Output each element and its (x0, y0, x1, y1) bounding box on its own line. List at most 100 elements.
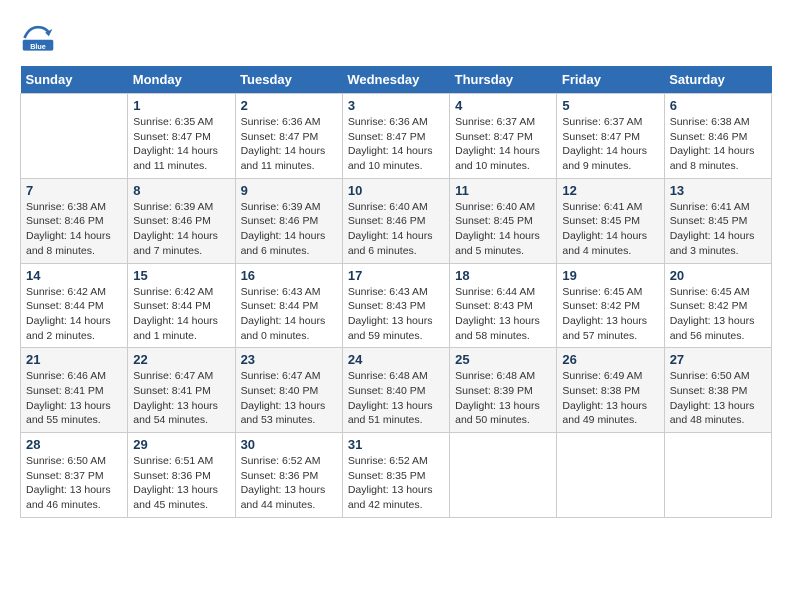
calendar-cell: 6Sunrise: 6:38 AM Sunset: 8:46 PM Daylig… (664, 94, 771, 179)
calendar-cell: 21Sunrise: 6:46 AM Sunset: 8:41 PM Dayli… (21, 348, 128, 433)
day-number: 22 (133, 352, 229, 367)
day-info: Sunrise: 6:52 AM Sunset: 8:35 PM Dayligh… (348, 454, 444, 513)
day-number: 8 (133, 183, 229, 198)
day-of-week-header: Friday (557, 66, 664, 94)
day-number: 25 (455, 352, 551, 367)
day-info: Sunrise: 6:39 AM Sunset: 8:46 PM Dayligh… (133, 200, 229, 259)
day-info: Sunrise: 6:47 AM Sunset: 8:41 PM Dayligh… (133, 369, 229, 428)
day-info: Sunrise: 6:37 AM Sunset: 8:47 PM Dayligh… (562, 115, 658, 174)
day-info: Sunrise: 6:44 AM Sunset: 8:43 PM Dayligh… (455, 285, 551, 344)
calendar-cell (21, 94, 128, 179)
calendar-cell (664, 433, 771, 518)
day-of-week-header: Sunday (21, 66, 128, 94)
calendar-cell: 16 Sunrise: 6:43 AM Sunset: 8:44 PM Dayli… (235, 263, 342, 348)
day-number: 10 (348, 183, 444, 198)
day-number: 4 (455, 98, 551, 113)
day-info: Sunrise: 6:49 AM Sunset: 8:38 PM Dayligh… (562, 369, 658, 428)
day-number: 5 (562, 98, 658, 113)
day-info: Sunrise: 6:45 AM Sunset: 8:42 PM Dayligh… (670, 285, 766, 344)
calendar-cell: 15 Sunrise: 6:42 AM Sunset: 8:44 PM Dayli… (128, 263, 235, 348)
day-number: 19 (562, 268, 658, 283)
calendar-cell: 13 Sunrise: 6:41 AM Sunset: 8:45 PM Dayli… (664, 178, 771, 263)
day-info: Sunrise: 6:40 AM Sunset: 8:46 PM Dayligh… (348, 200, 444, 259)
calendar-cell: 14Sunrise: 6:42 AM Sunset: 8:44 PM Dayli… (21, 263, 128, 348)
calendar-cell: 5 Sunrise: 6:37 AM Sunset: 8:47 PM Daylig… (557, 94, 664, 179)
calendar-cell: 28 Sunrise: 6:50 AM Sunset: 8:37 PM Dayli… (21, 433, 128, 518)
calendar-week-row: 7Sunrise: 6:38 AM Sunset: 8:46 PM Daylig… (21, 178, 772, 263)
day-number: 23 (241, 352, 337, 367)
calendar-week-row: 1 Sunrise: 6:35 AM Sunset: 8:47 PM Daylig… (21, 94, 772, 179)
day-info: Sunrise: 6:50 AM Sunset: 8:37 PM Dayligh… (26, 454, 122, 513)
calendar-cell: 3 Sunrise: 6:36 AM Sunset: 8:47 PM Daylig… (342, 94, 449, 179)
day-number: 1 (133, 98, 229, 113)
day-info: Sunrise: 6:42 AM Sunset: 8:44 PM Dayligh… (26, 285, 122, 344)
calendar-week-row: 21Sunrise: 6:46 AM Sunset: 8:41 PM Dayli… (21, 348, 772, 433)
day-number: 20 (670, 268, 766, 283)
day-info: Sunrise: 6:42 AM Sunset: 8:44 PM Dayligh… (133, 285, 229, 344)
day-info: Sunrise: 6:52 AM Sunset: 8:36 PM Dayligh… (241, 454, 337, 513)
calendar-cell: 10 Sunrise: 6:40 AM Sunset: 8:46 PM Dayli… (342, 178, 449, 263)
day-info: Sunrise: 6:51 AM Sunset: 8:36 PM Dayligh… (133, 454, 229, 513)
calendar-cell: 24Sunrise: 6:48 AM Sunset: 8:40 PM Dayli… (342, 348, 449, 433)
day-number: 28 (26, 437, 122, 452)
calendar-cell (450, 433, 557, 518)
calendar-cell: 29Sunrise: 6:51 AM Sunset: 8:36 PM Dayli… (128, 433, 235, 518)
calendar-cell: 20 Sunrise: 6:45 AM Sunset: 8:42 PM Dayli… (664, 263, 771, 348)
day-info: Sunrise: 6:40 AM Sunset: 8:45 PM Dayligh… (455, 200, 551, 259)
calendar-week-row: 14Sunrise: 6:42 AM Sunset: 8:44 PM Dayli… (21, 263, 772, 348)
calendar-cell: 23 Sunrise: 6:47 AM Sunset: 8:40 PM Dayli… (235, 348, 342, 433)
day-info: Sunrise: 6:45 AM Sunset: 8:42 PM Dayligh… (562, 285, 658, 344)
calendar-cell: 2 Sunrise: 6:36 AM Sunset: 8:47 PM Daylig… (235, 94, 342, 179)
calendar-cell: 8 Sunrise: 6:39 AM Sunset: 8:46 PM Daylig… (128, 178, 235, 263)
calendar-cell: 27Sunrise: 6:50 AM Sunset: 8:38 PM Dayli… (664, 348, 771, 433)
day-info: Sunrise: 6:41 AM Sunset: 8:45 PM Dayligh… (562, 200, 658, 259)
day-number: 26 (562, 352, 658, 367)
day-of-week-header: Saturday (664, 66, 771, 94)
day-info: Sunrise: 6:36 AM Sunset: 8:47 PM Dayligh… (348, 115, 444, 174)
calendar-cell: 26 Sunrise: 6:49 AM Sunset: 8:38 PM Dayli… (557, 348, 664, 433)
calendar-cell (557, 433, 664, 518)
day-info: Sunrise: 6:48 AM Sunset: 8:40 PM Dayligh… (348, 369, 444, 428)
calendar-cell: 19 Sunrise: 6:45 AM Sunset: 8:42 PM Dayli… (557, 263, 664, 348)
day-info: Sunrise: 6:39 AM Sunset: 8:46 PM Dayligh… (241, 200, 337, 259)
day-number: 2 (241, 98, 337, 113)
calendar-cell: 11Sunrise: 6:40 AM Sunset: 8:45 PM Dayli… (450, 178, 557, 263)
day-info: Sunrise: 6:46 AM Sunset: 8:41 PM Dayligh… (26, 369, 122, 428)
page-header: Blue (20, 20, 772, 56)
day-of-week-header: Monday (128, 66, 235, 94)
calendar-cell: 22 Sunrise: 6:47 AM Sunset: 8:41 PM Dayli… (128, 348, 235, 433)
calendar-cell: 25 Sunrise: 6:48 AM Sunset: 8:39 PM Dayli… (450, 348, 557, 433)
day-info: Sunrise: 6:50 AM Sunset: 8:38 PM Dayligh… (670, 369, 766, 428)
day-of-week-header: Thursday (450, 66, 557, 94)
day-number: 15 (133, 268, 229, 283)
calendar-cell: 31 Sunrise: 6:52 AM Sunset: 8:35 PM Dayli… (342, 433, 449, 518)
day-info: Sunrise: 6:41 AM Sunset: 8:45 PM Dayligh… (670, 200, 766, 259)
day-number: 17 (348, 268, 444, 283)
day-of-week-header: Wednesday (342, 66, 449, 94)
calendar-cell: 18Sunrise: 6:44 AM Sunset: 8:43 PM Dayli… (450, 263, 557, 348)
day-number: 3 (348, 98, 444, 113)
day-number: 31 (348, 437, 444, 452)
day-info: Sunrise: 6:37 AM Sunset: 8:47 PM Dayligh… (455, 115, 551, 174)
calendar-cell: 17 Sunrise: 6:43 AM Sunset: 8:43 PM Dayli… (342, 263, 449, 348)
day-info: Sunrise: 6:43 AM Sunset: 8:44 PM Dayligh… (241, 285, 337, 344)
day-number: 6 (670, 98, 766, 113)
day-number: 16 (241, 268, 337, 283)
day-info: Sunrise: 6:48 AM Sunset: 8:39 PM Dayligh… (455, 369, 551, 428)
calendar-cell: 30 Sunrise: 6:52 AM Sunset: 8:36 PM Dayli… (235, 433, 342, 518)
calendar-table: SundayMondayTuesdayWednesdayThursdayFrid… (20, 66, 772, 518)
day-info: Sunrise: 6:36 AM Sunset: 8:47 PM Dayligh… (241, 115, 337, 174)
day-number: 30 (241, 437, 337, 452)
calendar-week-row: 28 Sunrise: 6:50 AM Sunset: 8:37 PM Dayli… (21, 433, 772, 518)
day-info: Sunrise: 6:35 AM Sunset: 8:47 PM Dayligh… (133, 115, 229, 174)
calendar-cell: 7Sunrise: 6:38 AM Sunset: 8:46 PM Daylig… (21, 178, 128, 263)
calendar-cell: 12Sunrise: 6:41 AM Sunset: 8:45 PM Dayli… (557, 178, 664, 263)
day-number: 13 (670, 183, 766, 198)
day-info: Sunrise: 6:43 AM Sunset: 8:43 PM Dayligh… (348, 285, 444, 344)
day-of-week-header: Tuesday (235, 66, 342, 94)
day-info: Sunrise: 6:47 AM Sunset: 8:40 PM Dayligh… (241, 369, 337, 428)
day-number: 7 (26, 183, 122, 198)
calendar-cell: 1 Sunrise: 6:35 AM Sunset: 8:47 PM Daylig… (128, 94, 235, 179)
logo: Blue (20, 20, 60, 56)
calendar-cell: 9Sunrise: 6:39 AM Sunset: 8:46 PM Daylig… (235, 178, 342, 263)
